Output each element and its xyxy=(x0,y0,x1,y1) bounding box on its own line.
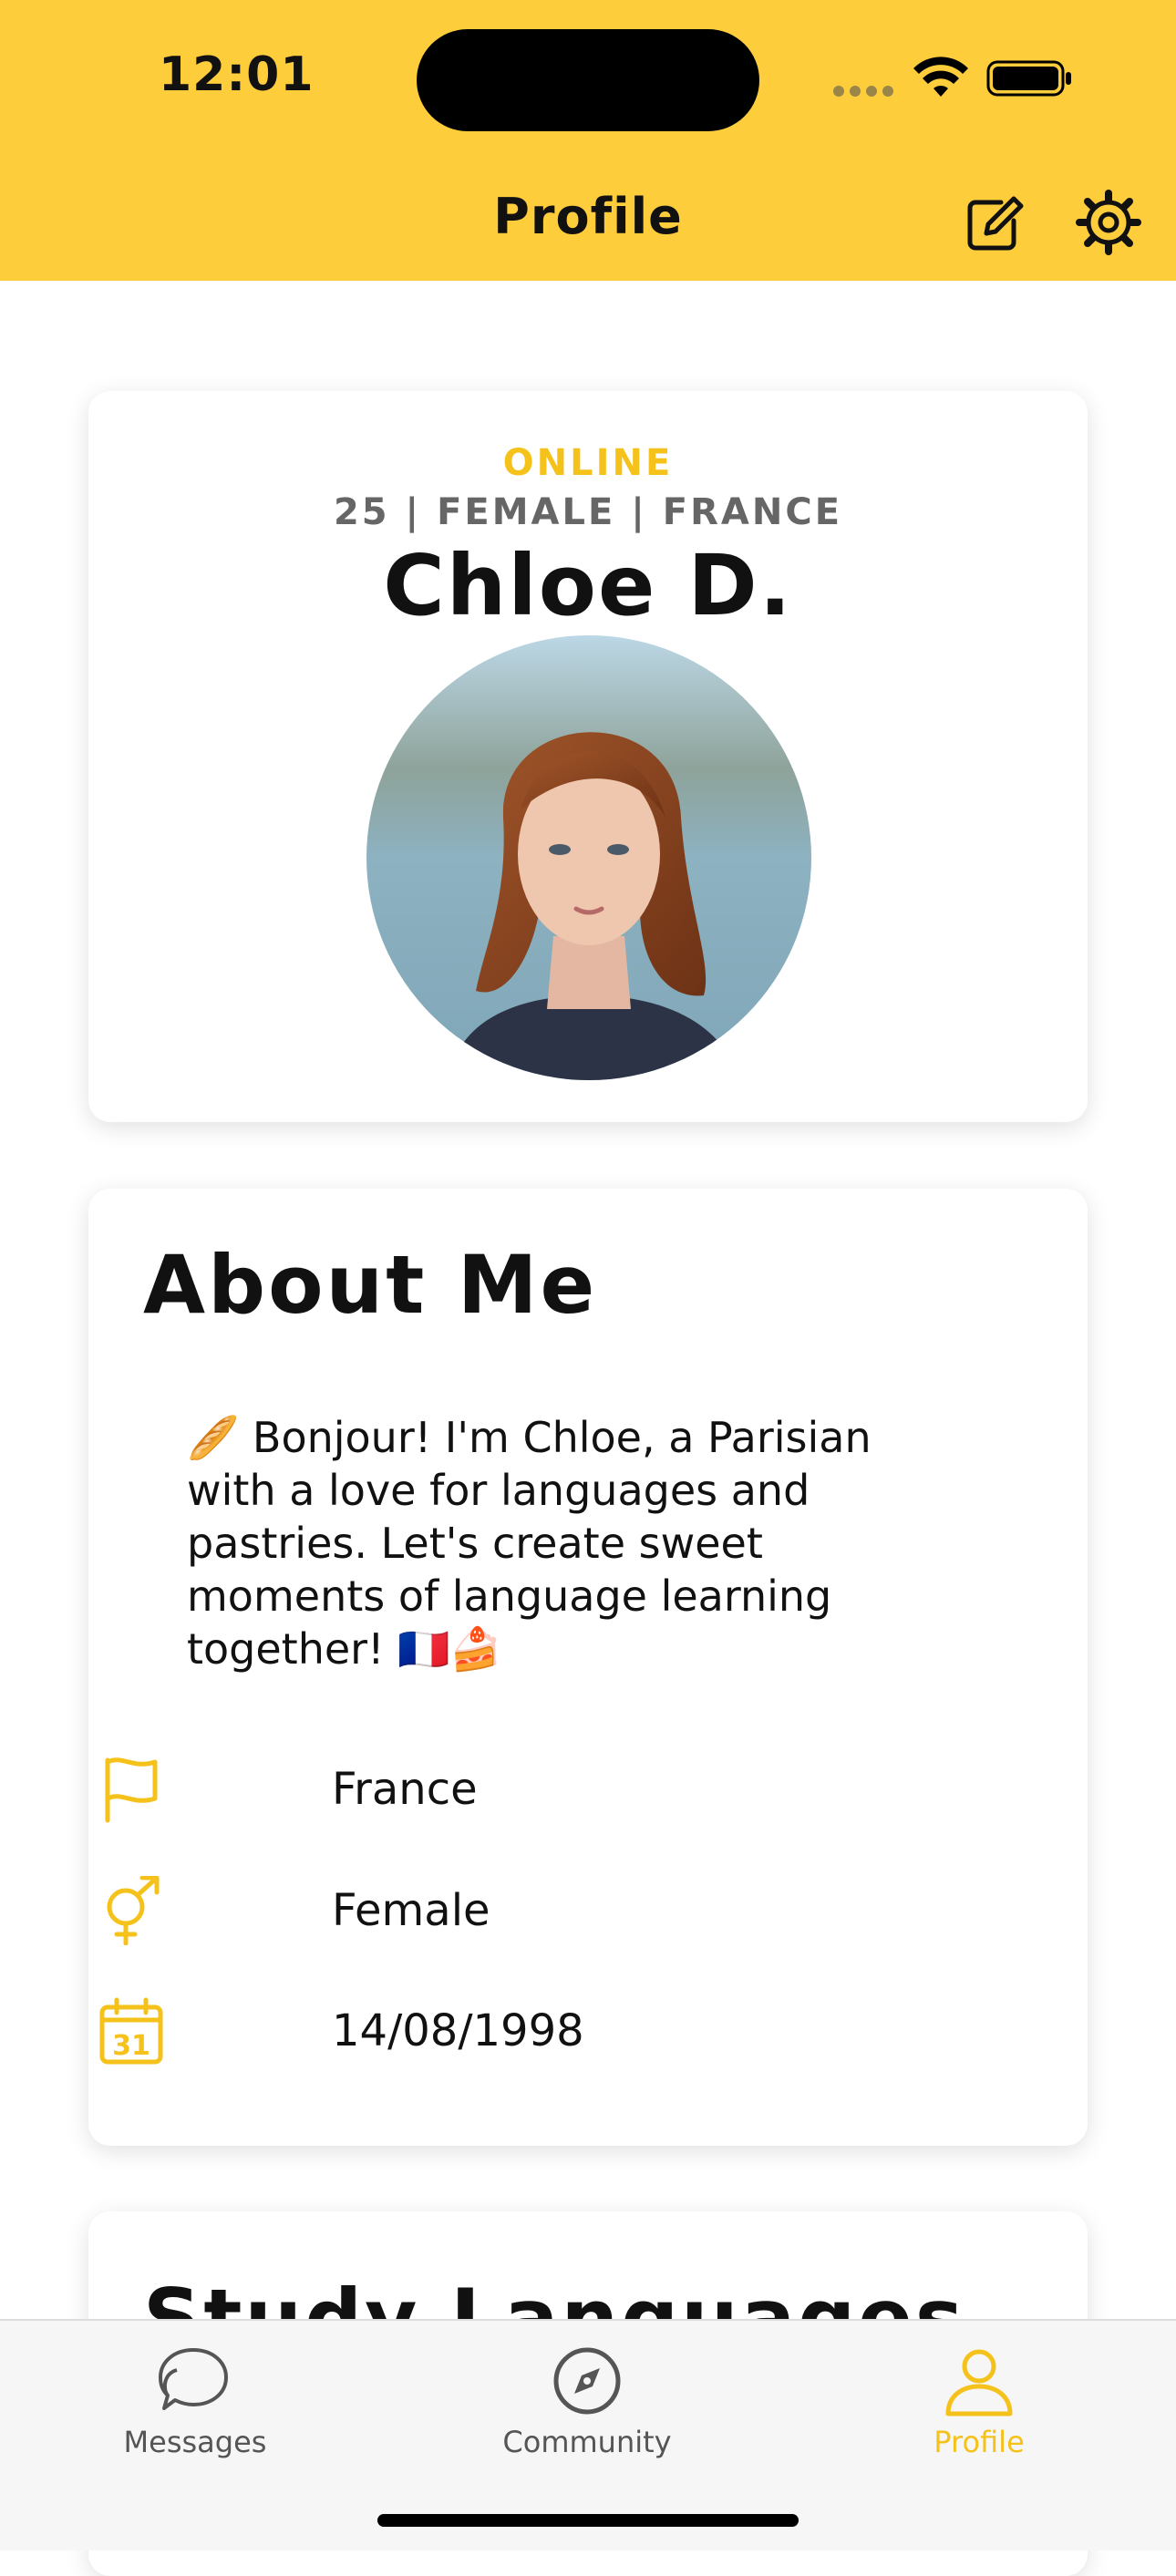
tab-messages-label: Messages xyxy=(123,2425,267,2459)
svg-text:31: 31 xyxy=(112,2030,150,2062)
about-title: About Me xyxy=(143,1238,598,1332)
tab-profile[interactable]: Profile xyxy=(861,2343,1098,2461)
edit-icon[interactable] xyxy=(961,190,1026,255)
gear-icon[interactable] xyxy=(1076,190,1141,255)
info-row-country: France xyxy=(98,1755,919,1828)
wifi-icon xyxy=(913,57,968,97)
online-status: ONLINE xyxy=(502,442,674,484)
bio-text: 🥖 Bonjour! I'm Chloe, a Parisian with a … xyxy=(187,1413,872,1674)
profile-meta: 25 | FEMALE | FRANCE xyxy=(333,491,843,533)
avatar[interactable] xyxy=(366,635,811,1080)
status-time: 12:01 xyxy=(159,47,315,102)
info-row-gender: Female xyxy=(98,1876,919,1949)
cellular-signal-icon xyxy=(833,86,897,97)
profile-card: ONLINE 25 | FEMALE | FRANCE Chloe D. xyxy=(88,391,1088,1122)
birthdate-value: 14/08/1998 xyxy=(332,2005,584,2056)
home-indicator xyxy=(377,2514,799,2527)
calendar-icon: 31 xyxy=(99,1997,163,2065)
tab-messages[interactable]: Messages xyxy=(77,2343,314,2461)
dynamic-island xyxy=(417,29,759,131)
gender-icon xyxy=(107,1876,160,1945)
info-row-birthdate: 31 14/08/1998 xyxy=(98,1996,919,2069)
battery-icon xyxy=(986,60,1071,97)
flag-icon xyxy=(105,1757,158,1823)
compass-icon xyxy=(553,2347,621,2415)
profile-name: Chloe D. xyxy=(383,537,793,634)
person-icon xyxy=(945,2349,1013,2416)
app-header: 12:01 Profile xyxy=(0,0,1176,281)
tab-community-label: Community xyxy=(502,2425,672,2459)
chat-icon xyxy=(159,2348,228,2410)
tab-profile-label: Profile xyxy=(934,2425,1025,2459)
tab-community[interactable]: Community xyxy=(469,2343,706,2461)
gender-value: Female xyxy=(332,1885,490,1936)
country-value: France xyxy=(332,1764,478,1815)
